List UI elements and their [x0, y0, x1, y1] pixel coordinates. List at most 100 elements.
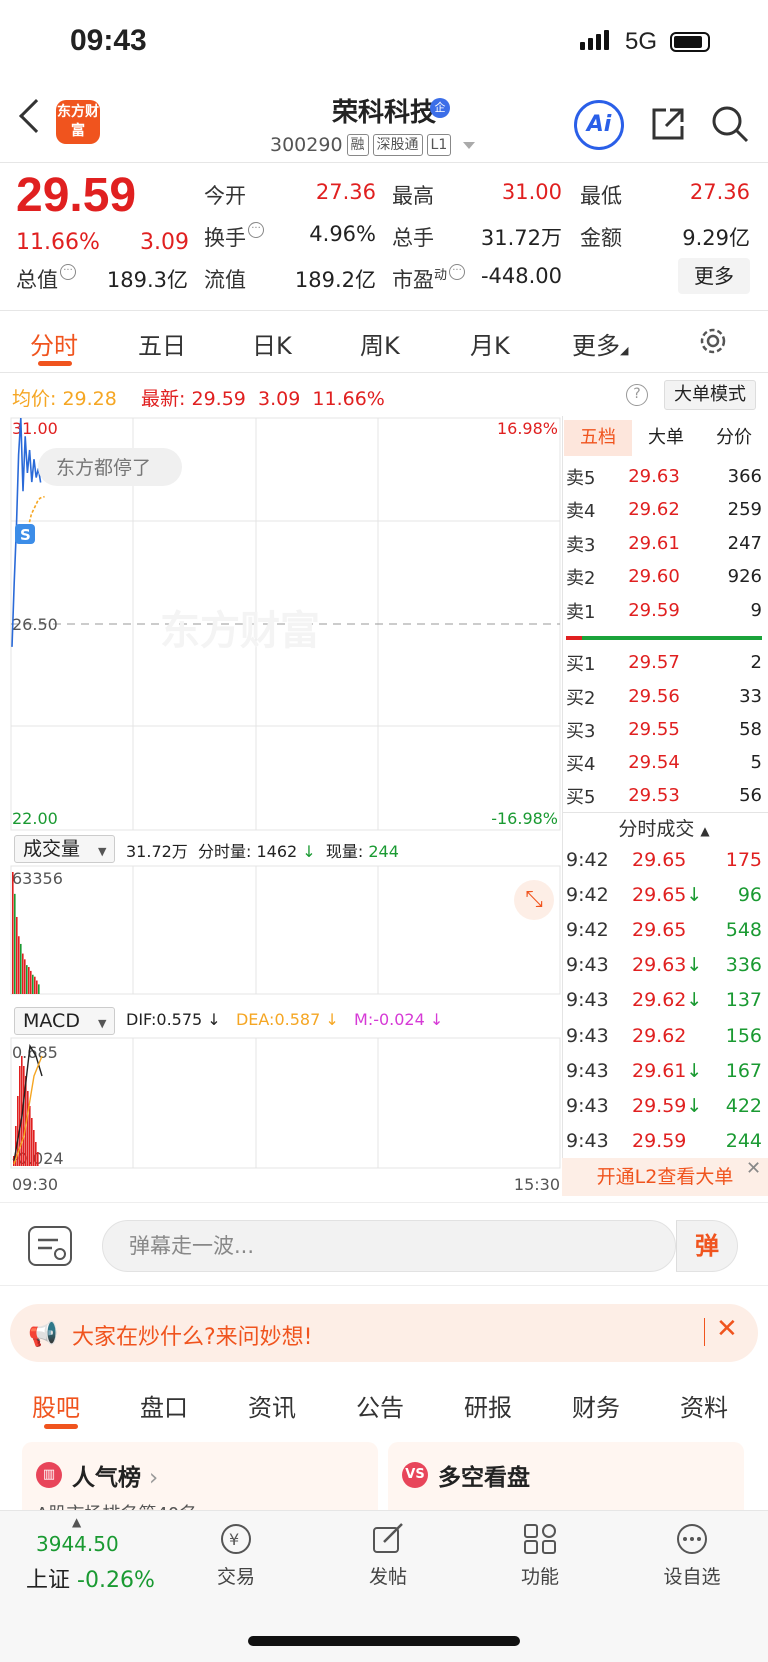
trade-price: 29.65↓	[632, 883, 703, 906]
volume-bars	[12, 872, 40, 994]
tab-daily-k[interactable]: 日K	[252, 326, 292, 361]
y-bottom-label: 22.00	[12, 809, 58, 828]
market-cap-value: 189.3亿	[106, 268, 188, 292]
ask-row: 卖3 29.61 247	[566, 533, 762, 556]
last-price: 29.59	[16, 169, 137, 222]
trade-row: 9:43 29.62↓ 137	[566, 983, 762, 1018]
index-name: 上证	[26, 1568, 71, 1593]
trade-row: 9:43 29.63↓ 336	[566, 948, 762, 983]
chart-icon: ▥	[36, 1462, 62, 1488]
ai-button[interactable]: Ai	[574, 100, 624, 150]
stock-code: 300290	[270, 134, 343, 156]
float-cap-label: 流值	[204, 268, 246, 292]
danmu-input[interactable]: 弹幕走一波...	[102, 1220, 676, 1272]
change-percent: 11.66%	[16, 230, 100, 255]
ask-row: 卖1 29.59 9	[566, 600, 762, 623]
help-icon[interactable]: ?	[626, 384, 648, 406]
y-mid-label: 26.50	[12, 615, 58, 634]
tab-intraday[interactable]: 分时	[30, 326, 78, 361]
high-label: 最高	[392, 184, 434, 208]
gear-icon[interactable]	[698, 326, 728, 360]
indicator-select-volume[interactable]: 成交量	[14, 835, 116, 863]
tag-connect: 深股通	[372, 134, 423, 156]
more-circle-icon	[674, 1522, 710, 1556]
banner-text[interactable]: 大家在炒什么?来问妙想!	[72, 1319, 313, 1351]
tab-forum[interactable]: 股吧	[32, 1388, 80, 1423]
turnover-label: 换手 ···	[204, 222, 264, 252]
macd-bar	[27, 1091, 29, 1166]
stock-code-row[interactable]: 300290 融 深股通 L1	[270, 134, 476, 156]
ask-row: 卖4 29.62 259	[566, 499, 762, 522]
status-time: 09:43	[70, 24, 147, 57]
grid-icon	[522, 1522, 558, 1556]
trade-row: 9:42 29.65 548	[566, 912, 762, 947]
banner-divider	[704, 1318, 705, 1346]
volume-bar	[32, 974, 34, 994]
tab-announcements[interactable]: 公告	[356, 1388, 404, 1423]
trade-time: 9:43	[566, 1024, 609, 1047]
close-icon[interactable]: ✕	[716, 1314, 738, 1344]
tab-price-distribution[interactable]: 分价	[700, 420, 768, 456]
tab-weekly-k[interactable]: 周K	[360, 326, 400, 361]
nav-functions[interactable]: 功能	[490, 1522, 590, 1589]
tab-five-day[interactable]: 五日	[138, 326, 186, 361]
macd-top-label: 0.685	[12, 1043, 58, 1062]
volume-total: 31.72万	[126, 842, 188, 861]
macd-bar	[37, 1152, 39, 1166]
tab-profile[interactable]: 资料	[680, 1388, 728, 1423]
trade-time: 9:43	[566, 1059, 609, 1082]
low-label: 最低	[580, 184, 622, 208]
volume-bar	[36, 980, 38, 994]
tab-more[interactable]: 更多◢	[572, 326, 628, 361]
nav-trade[interactable]: ¥ 交易	[186, 1522, 286, 1589]
volume-bar	[34, 976, 36, 994]
change-amount: 3.09	[140, 230, 189, 255]
volume-bar	[28, 967, 30, 994]
ask-row: 卖2 29.60 926	[566, 566, 762, 589]
trade-volume: 422	[725, 1094, 762, 1117]
float-cap-value: 189.2亿	[294, 268, 376, 292]
turnover-value: 4.96%	[309, 222, 376, 246]
search-icon[interactable]	[710, 104, 750, 148]
nav-add-watchlist[interactable]: 设自选	[642, 1522, 742, 1589]
trade-row: 9:43 29.61↓ 167	[566, 1053, 762, 1088]
big-order-mode-button[interactable]: 大单模式	[664, 380, 756, 410]
bid-ask-ratio-bar	[566, 636, 762, 640]
home-indicator	[248, 1636, 520, 1646]
trade-price: 29.61↓	[632, 1059, 703, 1082]
volume-bar	[38, 984, 40, 994]
tab-orderbook[interactable]: 盘口	[140, 1388, 188, 1423]
latest-pct: 11.66%	[312, 388, 385, 410]
enterprise-badge: 企	[430, 98, 450, 118]
l2-upgrade-banner[interactable]: 开通L2查看大单	[562, 1158, 768, 1196]
indicator-select-macd[interactable]: MACD	[14, 1007, 116, 1035]
chevron-down-icon[interactable]	[463, 141, 476, 149]
danmu-send-button[interactable]: 弹	[676, 1220, 738, 1272]
trades-header[interactable]: 分时成交 ▲	[566, 814, 762, 841]
tab-monthly-k[interactable]: 月K	[470, 326, 510, 361]
nav-post[interactable]: 发帖	[338, 1522, 438, 1589]
intraday-chart[interactable]: 东方财富 31.00 26.50 22.00 16.98% -16.98% 东方…	[0, 416, 562, 1196]
index-row[interactable]: 上证 -0.26%	[26, 1562, 155, 1594]
tab-research[interactable]: 研报	[464, 1388, 512, 1423]
macd-bar	[33, 1130, 35, 1166]
index-change: -0.26%	[77, 1568, 155, 1593]
index-value[interactable]: 3944.50	[36, 1532, 119, 1556]
more-quote-button[interactable]: 更多	[678, 258, 750, 294]
tab-big-orders[interactable]: 大单	[632, 420, 700, 456]
tab-news[interactable]: 资讯	[248, 1388, 296, 1423]
trade-row: 9:42 29.65 175	[566, 842, 762, 877]
share-icon[interactable]	[648, 104, 688, 148]
close-icon[interactable]: ✕	[746, 1158, 761, 1179]
trade-volume: 548	[725, 918, 762, 941]
volume-bar	[26, 965, 28, 994]
popularity-title: 人气榜 ›	[72, 1465, 159, 1491]
tab-five-levels[interactable]: 五档	[564, 420, 632, 456]
tab-financials[interactable]: 财务	[572, 1388, 620, 1423]
danmu-settings-icon[interactable]	[28, 1226, 72, 1266]
expand-icon[interactable]: ⤡	[514, 880, 554, 920]
open-value: 27.36	[315, 180, 376, 204]
trade-time: 9:43	[566, 954, 609, 977]
tag-level: L1	[426, 134, 452, 156]
caret-up-icon: ▲	[72, 1515, 82, 1529]
